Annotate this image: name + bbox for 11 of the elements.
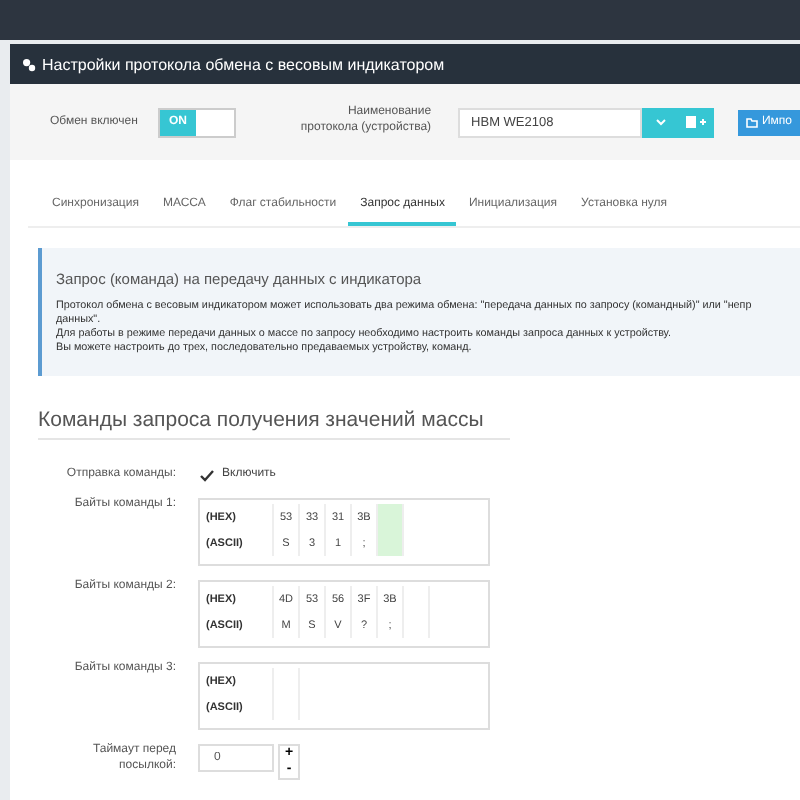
chevron-down-icon [655, 118, 666, 126]
checkbox[interactable] [198, 468, 214, 484]
input-cell[interactable] [378, 504, 404, 530]
save-add-icon [686, 116, 707, 128]
dropdown-button[interactable] [642, 107, 679, 137]
section-title: Команды запроса получения значений массы [38, 408, 510, 440]
settings-icon [22, 57, 36, 71]
input-cell[interactable] [378, 530, 404, 556]
save-add-button[interactable] [678, 107, 714, 137]
folder-icon [745, 117, 758, 127]
panel-title: Настройки протокола обмена с весовым индикатором [42, 55, 445, 73]
